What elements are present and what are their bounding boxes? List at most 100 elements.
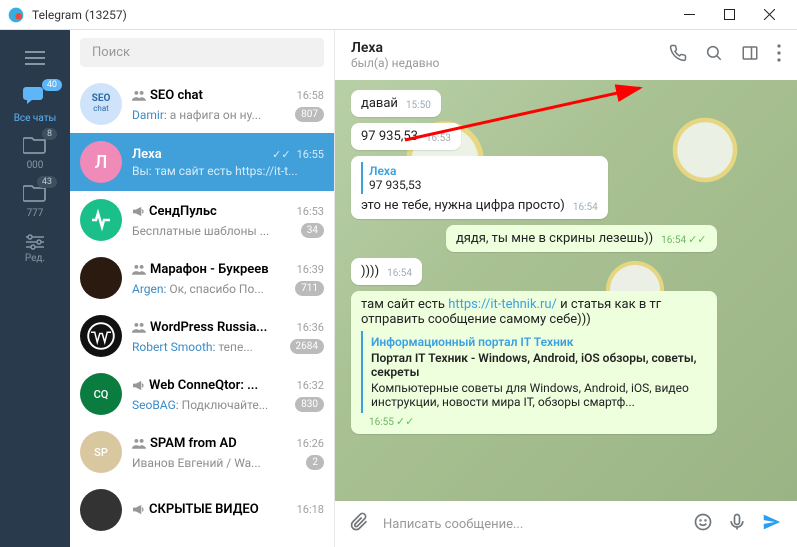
menu-button[interactable] <box>0 36 70 80</box>
telegram-logo-icon <box>8 7 24 23</box>
chat-list-item[interactable]: Л Леха ✓✓ 16:55 Вы: там сайт есть https://it… <box>70 133 334 191</box>
reply-preview: Леха97 935,53 <box>361 162 598 194</box>
message-time: 15:50 <box>406 100 431 111</box>
chat-preview: Damir: а нафига он ну... <box>132 108 289 122</box>
search-in-chat-button[interactable] <box>705 44 723 66</box>
title-bar: Telegram (13257) <box>0 0 797 30</box>
chat-name: Леха <box>132 147 268 162</box>
chat-list-item[interactable]: CQWeb ConneQtor: ...16:32SeoBAG: Подключ… <box>70 365 334 423</box>
chat-list-item[interactable]: SPSPAM from AD16:26Иванов Евгений / Wa..… <box>70 423 334 481</box>
message-outgoing[interactable]: там сайт есть https://it-tehnik.ru/ и ст… <box>351 291 717 434</box>
message-outgoing[interactable]: дядя, ты мне в скрины лезешь)) 16:54✓✓ <box>351 225 717 252</box>
message-time: 16:54 <box>661 235 686 246</box>
read-checks-icon: ✓✓ <box>396 415 414 428</box>
message-text: там сайт есть https://it-tehnik.ru/ и ст… <box>361 297 661 327</box>
read-checks-icon: ✓✓ <box>272 148 290 161</box>
chat-time: 16:18 <box>297 503 324 516</box>
conversation-panel: Леха был(а) недавно давай 15:50 97 935,53 1… <box>335 30 797 547</box>
chat-name: WordPress Russia... <box>150 320 293 335</box>
chat-name: СендПульс <box>149 204 293 219</box>
message-text: это не тебе, нужна цифра просто) <box>361 198 565 213</box>
avatar <box>80 199 122 241</box>
settings-sliders-icon <box>24 233 46 251</box>
rail-all-chats[interactable]: 40 Все чаты <box>0 80 70 128</box>
rail-label: 777 <box>27 208 44 219</box>
avatar: SP <box>80 431 122 473</box>
unread-badge: 2684 <box>290 339 324 354</box>
close-button[interactable] <box>749 0 789 30</box>
message-incoming[interactable]: 97 935,53 16:53 <box>351 123 717 150</box>
chat-preview: Robert Smooth: тепе... <box>132 340 284 354</box>
group-icon <box>132 318 146 337</box>
chat-time: 16:53 <box>297 205 324 218</box>
conversation-status: был(а) недавно <box>351 56 669 70</box>
link-preview-card[interactable]: Информационный портал IT ТехникПортал IT… <box>361 331 707 413</box>
folder-rail: 40 Все чаты 8 000 43 777 Ред. <box>0 30 70 547</box>
channel-icon <box>132 202 145 221</box>
chat-time: 16:36 <box>297 321 324 334</box>
message-input[interactable]: Написать сообщение... <box>383 517 679 532</box>
read-checks-icon: ✓✓ <box>688 233 706 246</box>
message-incoming[interactable]: Леха97 935,53 это не тебе, нужна цифра пр… <box>351 156 717 219</box>
rail-badge: 43 <box>37 176 57 188</box>
avatar: SEOchat <box>80 83 122 125</box>
chat-name: SPAM from AD <box>150 436 293 451</box>
call-button[interactable] <box>669 44 687 66</box>
rail-folder-1[interactable]: 8 000 <box>0 128 70 176</box>
group-icon <box>132 260 146 279</box>
avatar <box>80 489 122 531</box>
unread-badge: 2 <box>306 455 324 470</box>
chat-list-item[interactable]: SEOchatSEO chat16:58Damir: а нафига он н… <box>70 75 334 133</box>
message-link[interactable]: https://it-tehnik.ru/ <box>448 297 557 312</box>
compose-bar: Написать сообщение... <box>335 501 797 547</box>
conversation-header[interactable]: Леха был(а) недавно <box>335 30 797 80</box>
messages-area[interactable]: давай 15:50 97 935,53 16:53 Леха97 935,53 это… <box>335 80 797 501</box>
more-button[interactable] <box>777 44 781 66</box>
unread-badge: 830 <box>295 397 324 412</box>
message-text: 97 935,53 <box>361 129 418 144</box>
channel-icon <box>132 376 145 395</box>
message-text: )))) <box>361 264 379 279</box>
avatar <box>80 257 122 299</box>
chat-list-item[interactable]: WordPress Russia... 16:36 Robert Smooth: т… <box>70 307 334 365</box>
chat-time: 16:58 <box>297 89 324 102</box>
chat-preview: Бесплатные шаблоны ... <box>132 224 295 238</box>
send-button[interactable] <box>761 511 783 537</box>
chat-preview: SeoBAG: Подключайте... <box>132 398 289 412</box>
chat-preview: Argen: Ок, спасибо По... <box>132 282 289 296</box>
chat-list-item[interactable]: СендПульс 16:53Бесплатные шаблоны ... 34 <box>70 191 334 249</box>
chat-list: SEOchatSEO chat16:58Damir: а нафига он н… <box>70 75 334 547</box>
rail-edit[interactable]: Ред. <box>0 224 70 272</box>
attach-button[interactable] <box>349 512 369 536</box>
rail-badge: 40 <box>42 79 62 91</box>
message-time: 16:53 <box>426 133 451 144</box>
chat-preview: Вы: там сайт есть https://it-t... <box>132 164 324 178</box>
chat-name: СКРЫТЫЕ ВИДЕО <box>149 502 293 517</box>
message-text: давай <box>361 96 398 111</box>
group-icon <box>132 86 146 105</box>
side-panel-button[interactable] <box>741 44 759 66</box>
chat-time: 16:55 <box>297 148 324 161</box>
rail-label: Ред. <box>25 253 45 264</box>
emoji-button[interactable] <box>693 512 713 536</box>
message-incoming[interactable]: давай 15:50 <box>351 90 717 117</box>
voice-button[interactable] <box>727 512 747 536</box>
rail-folder-2[interactable]: 43 777 <box>0 176 70 224</box>
avatar <box>80 315 122 357</box>
message-incoming[interactable]: )))) 16:54 <box>351 258 717 285</box>
minimize-button[interactable] <box>669 0 709 30</box>
chat-preview: Иванов Евгений / Wa... <box>132 456 300 470</box>
search-input[interactable]: Поиск <box>80 38 324 67</box>
message-time: 16:55 <box>369 417 394 428</box>
unread-badge: 34 <box>301 223 324 238</box>
chat-time: 16:32 <box>297 379 324 392</box>
message-time: 16:54 <box>387 268 412 279</box>
unread-badge: 711 <box>295 281 324 296</box>
chat-list-item[interactable]: Марафон - Букреев16:39Argen: Ок, спасибо… <box>70 249 334 307</box>
chat-list-column: Поиск SEOchatSEO chat16:58Damir: а нафиг… <box>70 30 335 547</box>
avatar: Л <box>80 141 122 183</box>
maximize-button[interactable] <box>709 0 749 30</box>
chat-list-item[interactable]: СКРЫТЫЕ ВИДЕО 16:18 <box>70 481 334 539</box>
rail-badge: 8 <box>42 128 57 140</box>
message-text: дядя, ты мне в скрины лезешь)) <box>456 231 653 246</box>
